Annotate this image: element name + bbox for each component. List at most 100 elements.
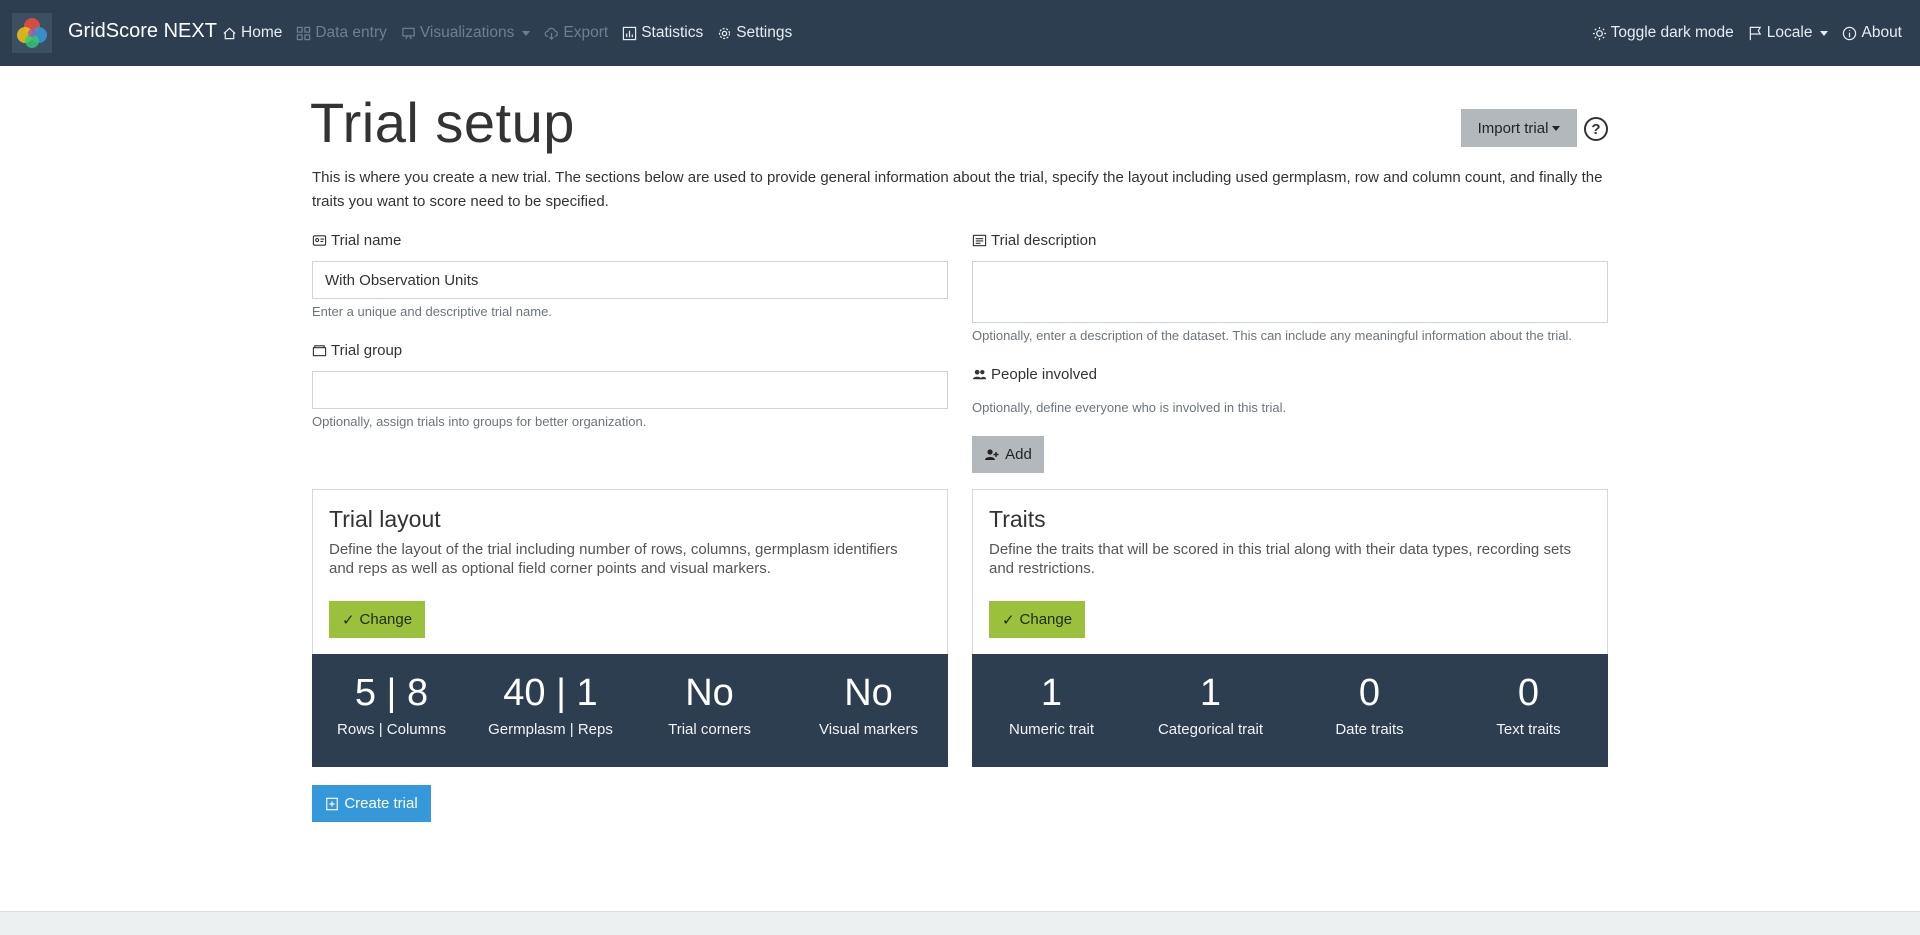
toggle-dark-mode-label: Toggle dark mode xyxy=(1610,24,1734,41)
trial-group-label-text: Trial group xyxy=(331,342,403,359)
file-plus-icon xyxy=(326,797,339,810)
change-traits-label: Change xyxy=(1019,611,1073,628)
traits-card: Traits Define the traits that will be sc… xyxy=(972,489,1608,767)
stat-label: Date traits xyxy=(1335,721,1404,738)
nav-export[interactable]: Export xyxy=(544,24,608,42)
nav-about[interactable]: About xyxy=(1842,24,1902,42)
stat-value: No xyxy=(844,672,893,714)
trial-layout-description: Define the layout of the trial including… xyxy=(329,541,898,577)
stat-rows-columns: 5 | 8 Rows | Columns xyxy=(312,654,471,767)
id-card-icon xyxy=(312,235,327,246)
stat-trial-corners: No Trial corners xyxy=(630,654,789,767)
stat-value: 0 xyxy=(1358,672,1381,714)
nav-right: Toggle dark mode Locale About xyxy=(1578,0,1902,66)
toggle-dark-mode[interactable]: Toggle dark mode xyxy=(1592,24,1734,42)
grid-icon xyxy=(297,26,311,40)
nav-settings[interactable]: Settings xyxy=(717,24,792,42)
nav-home[interactable]: Home xyxy=(222,24,282,42)
people-involved-label: People involved xyxy=(972,366,1097,383)
add-person-label: Add xyxy=(1005,446,1032,463)
trial-name-input[interactable]: With Observation Units xyxy=(312,261,948,299)
gear-icon xyxy=(719,27,731,39)
nav-home-label: Home xyxy=(241,24,283,41)
trial-description-label-text: Trial description xyxy=(991,232,1097,249)
stat-numeric-trait: 1 Numeric trait xyxy=(972,654,1131,767)
people-involved-label-text: People involved xyxy=(991,366,1097,383)
info-icon xyxy=(1843,26,1857,40)
chevron-down-icon xyxy=(1820,30,1829,36)
nav-left: Home Data entry Visualizations Export St… xyxy=(222,0,806,66)
locale-label: Locale xyxy=(1766,24,1813,41)
trial-layout-card: Trial layout Define the layout of the tr… xyxy=(312,489,948,767)
import-trial-button[interactable]: Import trial xyxy=(1461,109,1577,147)
stat-label: Numeric trait xyxy=(1008,721,1094,738)
nav-statistics[interactable]: Statistics xyxy=(622,24,703,42)
nav-settings-label: Settings xyxy=(736,24,793,41)
cloud-download-icon xyxy=(544,27,559,40)
stat-text-traits: 0 Text traits xyxy=(1449,654,1608,767)
stat-value: 40 | 1 xyxy=(503,672,598,714)
stat-label: Germplasm | Reps xyxy=(488,721,613,738)
trial-description-hint: Optionally, enter a description of the d… xyxy=(972,328,1573,343)
trial-name-label: Trial name xyxy=(312,232,401,249)
create-trial-button[interactable]: Create trial xyxy=(312,785,431,822)
trial-group-input[interactable] xyxy=(312,371,948,409)
help-icon[interactable]: ? xyxy=(1584,117,1608,141)
footer xyxy=(0,911,1920,935)
gridscore-logo[interactable] xyxy=(12,13,52,53)
locale-dropdown[interactable]: Locale xyxy=(1748,24,1829,42)
stat-value: 0 xyxy=(1517,672,1540,714)
trial-description-textarea[interactable] xyxy=(972,261,1608,323)
intro-text: This is where you create a new trial. Th… xyxy=(312,169,1603,210)
brand-title[interactable]: GridScore NEXT xyxy=(68,20,217,43)
people-involved-hint: Optionally, define everyone who is invol… xyxy=(972,400,1287,415)
stat-label: Visual markers xyxy=(819,721,918,738)
house-icon xyxy=(223,27,236,39)
trial-description-label: Trial description xyxy=(972,232,1096,249)
stat-visual-markers: No Visual markers xyxy=(789,654,948,767)
nav-visualizations-label: Visualizations xyxy=(419,24,515,41)
stat-value: 1 xyxy=(1040,672,1063,714)
folder-icon xyxy=(312,345,327,357)
trial-name-label-text: Trial name xyxy=(331,232,402,249)
trial-layout-title: Trial layout xyxy=(329,506,441,532)
check-icon: ✓ xyxy=(341,611,355,629)
add-person-button[interactable]: Add xyxy=(972,436,1044,473)
stat-value: No xyxy=(685,672,734,714)
page-title: Trial setup xyxy=(310,91,575,154)
nav-data-entry-label: Data entry xyxy=(315,24,387,41)
nav-visualizations[interactable]: Visualizations xyxy=(401,24,531,42)
change-traits-button[interactable]: ✓ Change xyxy=(989,601,1085,638)
change-layout-label: Change xyxy=(359,611,413,628)
chevron-down-icon xyxy=(522,30,531,36)
chevron-down-icon xyxy=(1552,125,1561,131)
stat-date-traits: 0 Date traits xyxy=(1290,654,1449,767)
trial-group-label: Trial group xyxy=(312,342,402,359)
chart-icon xyxy=(622,26,637,40)
layout-stats: 5 | 8 Rows | Columns 40 | 1 Germplasm | … xyxy=(312,654,948,767)
create-trial-label: Create trial xyxy=(344,795,418,812)
traits-stats: 1 Numeric trait 1 Categorical trait 0 Da… xyxy=(972,654,1608,767)
change-layout-button[interactable]: ✓ Change xyxy=(329,601,425,638)
import-trial-label: Import trial xyxy=(1477,119,1549,137)
traits-description: Define the traits that will be scored in… xyxy=(989,541,1571,577)
nav-data-entry[interactable]: Data entry xyxy=(296,24,387,42)
traits-title: Traits xyxy=(989,506,1046,532)
stat-label: Text traits xyxy=(1496,721,1561,738)
person-add-icon xyxy=(985,448,999,460)
stat-label: Trial corners xyxy=(668,721,751,738)
trial-name-hint: Enter a unique and descriptive trial nam… xyxy=(312,304,552,319)
stat-value: 5 | 8 xyxy=(354,672,429,714)
stat-label: Categorical trait xyxy=(1157,721,1264,738)
people-icon xyxy=(972,369,987,380)
stat-label: Rows | Columns xyxy=(337,721,446,738)
stat-germplasm-reps: 40 | 1 Germplasm | Reps xyxy=(471,654,630,767)
text-paragraph-icon xyxy=(972,234,987,247)
nav-export-label: Export xyxy=(563,24,609,41)
sun-icon xyxy=(1592,26,1606,40)
stat-value: 1 xyxy=(1199,672,1222,714)
easel-icon xyxy=(402,27,415,39)
flag-icon xyxy=(1749,26,1762,40)
nav-statistics-label: Statistics xyxy=(641,24,704,41)
nav-about-label: About xyxy=(1861,24,1902,41)
